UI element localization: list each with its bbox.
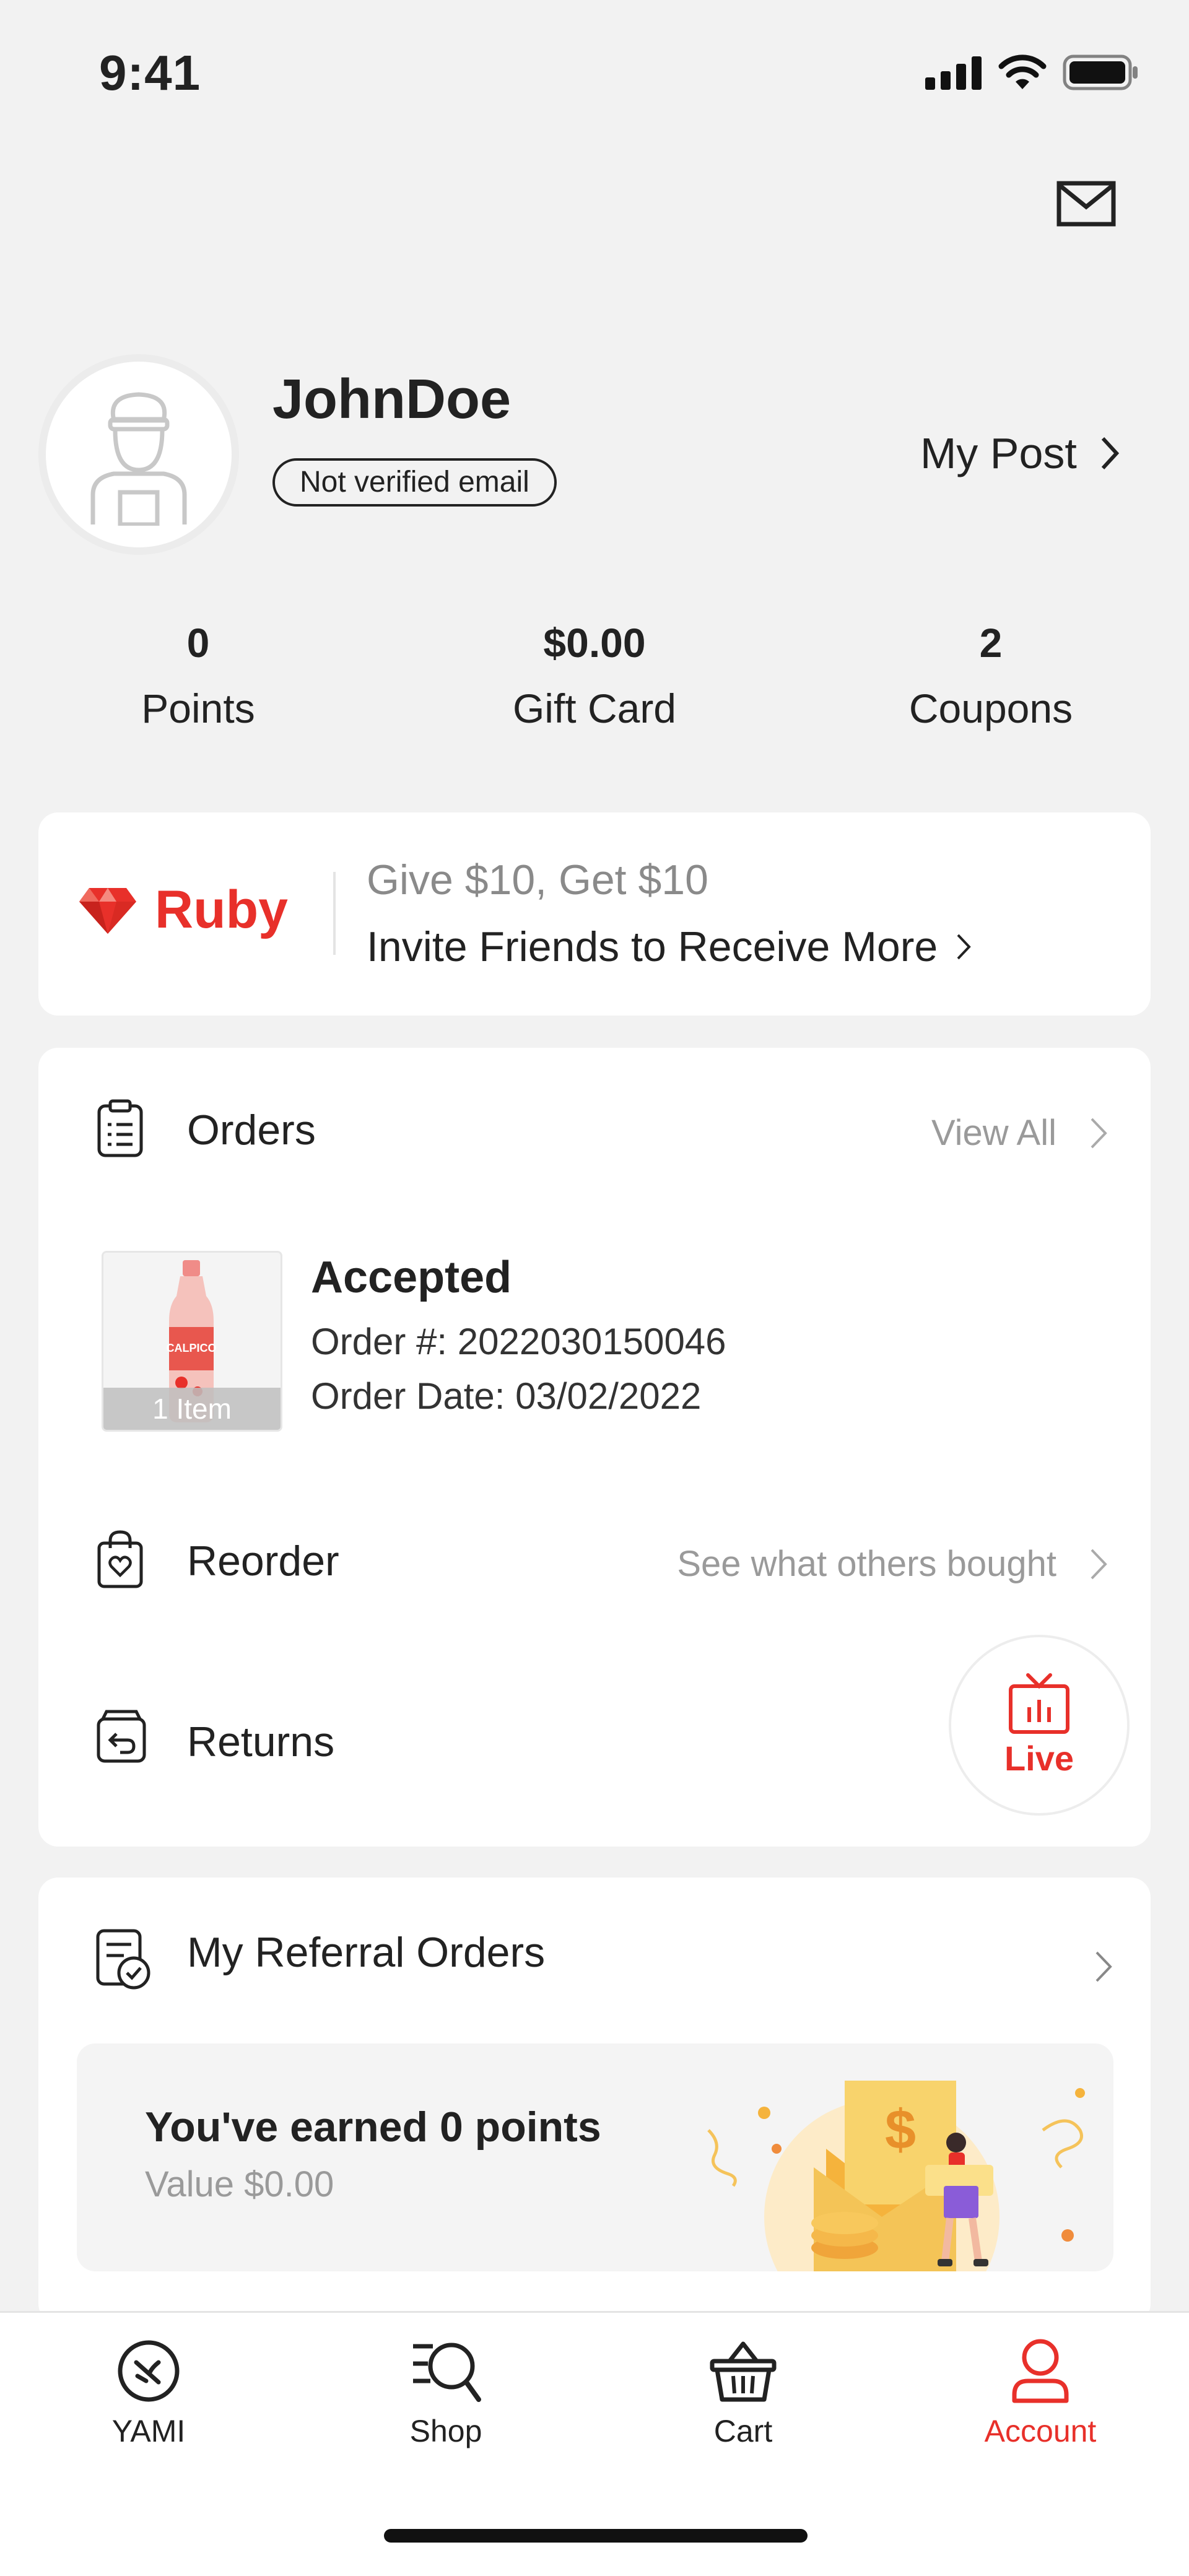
- stat-value: 0: [186, 620, 210, 666]
- item-count: 1 Item: [103, 1388, 281, 1430]
- chevron-right-icon: [957, 934, 971, 960]
- wifi-icon: [998, 54, 1047, 89]
- shop-search-icon: [413, 2343, 481, 2402]
- referral-promo-headline: Give $10, Get $10: [367, 856, 708, 903]
- invite-friends-link[interactable]: Invite Friends to Receive More: [367, 923, 971, 971]
- chevron-right-icon: [1095, 1951, 1112, 1982]
- ruby-referral-card[interactable]: Ruby Give $10, Get $10 Invite Friends to…: [38, 812, 1151, 1016]
- returns-box-icon: [97, 1710, 146, 1763]
- returns-label: Returns: [187, 1718, 335, 1765]
- divider: [333, 872, 336, 955]
- reorder-label: Reorder: [187, 1538, 339, 1585]
- nav-label: YAMI: [111, 2414, 186, 2448]
- order-number: Order #: 2022030150046: [311, 1321, 726, 1362]
- chevron-right-icon: [1091, 1549, 1107, 1579]
- nav-item-cart[interactable]: Cart: [594, 2338, 892, 2449]
- shopping-bag-heart-icon: [97, 1530, 143, 1588]
- stat-coupons[interactable]: 2 Coupons: [793, 619, 1189, 732]
- clipboard-list-icon: [97, 1099, 143, 1157]
- avatar[interactable]: [46, 362, 232, 547]
- referral-orders-title: My Referral Orders: [187, 1929, 546, 1976]
- orders-card: Orders View All CALPICO 1 Item Accepted …: [38, 1048, 1151, 1847]
- nav-item-shop[interactable]: Shop: [297, 2338, 594, 2449]
- stat-label: Coupons: [908, 685, 1073, 731]
- status-icons: [925, 54, 1139, 90]
- my-post-label: My Post: [920, 429, 1077, 477]
- document-check-icon: [96, 1929, 150, 1990]
- user-placeholder-icon: [90, 392, 187, 526]
- cart-basket-icon: [710, 2341, 777, 2402]
- ruby-tier-label: Ruby: [155, 880, 288, 939]
- order-status: Accepted: [311, 1253, 512, 1302]
- nav-label: Account: [984, 2414, 1097, 2448]
- mail-icon[interactable]: [1056, 181, 1116, 227]
- invite-friends-label: Invite Friends to Receive More: [367, 923, 938, 970]
- live-button[interactable]: Live: [949, 1635, 1130, 1816]
- returns-row[interactable]: Returns: [38, 1695, 893, 1776]
- signal-icon: [925, 56, 982, 90]
- nav-item-account[interactable]: Account: [892, 2338, 1189, 2449]
- username: JohnDoe: [272, 368, 512, 430]
- email-verification-badge[interactable]: Not verified email: [272, 458, 557, 507]
- view-all-orders-link[interactable]: View All: [931, 1112, 1107, 1154]
- home-indicator[interactable]: [384, 2529, 808, 2543]
- chevron-right-icon: [1091, 1118, 1107, 1148]
- stat-label: Gift Card: [512, 685, 677, 731]
- money-envelope-illustration: $: [707, 2081, 1085, 2271]
- earned-points-banner: You've earned 0 points Value $0.00 $: [77, 2043, 1113, 2271]
- status-time: 9:41: [99, 45, 201, 100]
- live-label: Live: [1004, 1738, 1074, 1778]
- reorder-hint: See what others bought: [677, 1543, 1107, 1585]
- stat-points[interactable]: 0 Points: [0, 619, 396, 732]
- svg-text:$: $: [885, 2099, 916, 2161]
- referral-orders-card[interactable]: My Referral Orders You've earned 0 point…: [38, 1878, 1151, 2323]
- orders-title: Orders: [187, 1107, 316, 1154]
- reorder-hint-label: See what others bought: [677, 1544, 1056, 1584]
- yami-icon: [118, 2340, 180, 2402]
- chevron-right-icon: [1101, 437, 1119, 470]
- nav-label: Cart: [713, 2414, 773, 2448]
- stat-gift-card[interactable]: $0.00 Gift Card: [396, 619, 793, 732]
- svg-text:CALPICO: CALPICO: [167, 1342, 217, 1354]
- order-date: Order Date: 03/02/2022: [311, 1375, 702, 1417]
- stat-value: 2: [979, 620, 1003, 666]
- stat-label: Points: [141, 685, 255, 731]
- view-all-label: View All: [931, 1113, 1056, 1153]
- battery-icon: [1063, 54, 1138, 90]
- order-item-thumbnail[interactable]: CALPICO 1 Item: [102, 1251, 282, 1432]
- ruby-gem-icon: [79, 887, 136, 934]
- account-user-icon: [1012, 2339, 1069, 2403]
- ruby-tier: Ruby: [78, 879, 288, 941]
- nav-label: Shop: [409, 2414, 482, 2448]
- stat-value: $0.00: [543, 620, 646, 666]
- live-tv-icon: [1009, 1673, 1069, 1734]
- my-post-link[interactable]: My Post: [920, 429, 1119, 478]
- earned-points-text: You've earned 0 points: [145, 2104, 601, 2151]
- earned-value-text: Value $0.00: [145, 2164, 334, 2204]
- nav-item-yami[interactable]: YAMI: [0, 2338, 297, 2449]
- reorder-row[interactable]: Reorder See what others bought: [38, 1518, 1151, 1599]
